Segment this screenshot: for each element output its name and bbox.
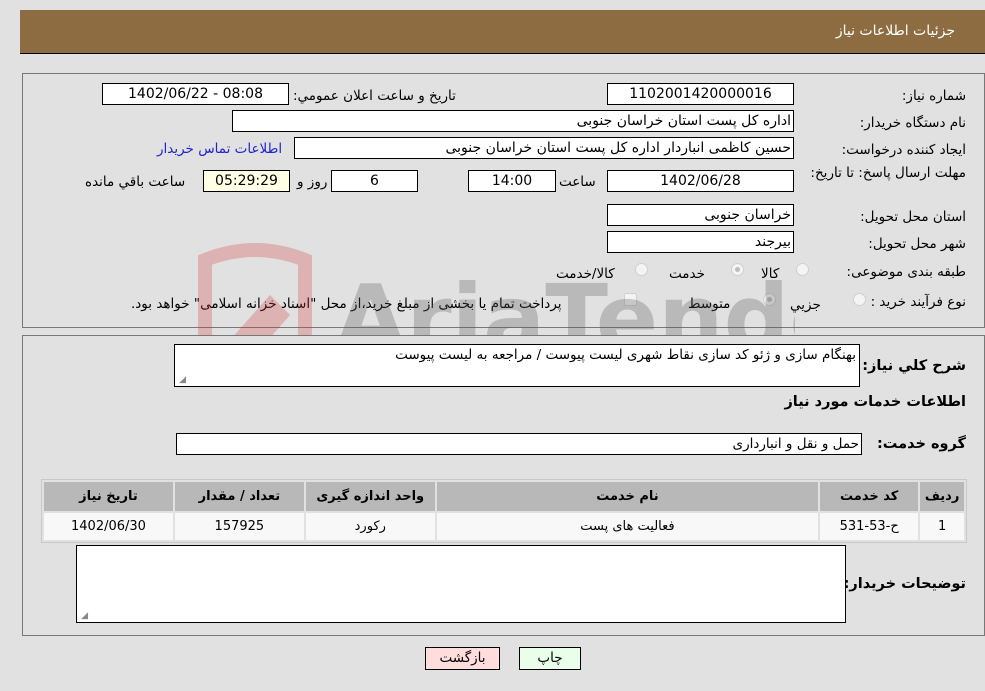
table-header-row: ردیف کد خدمت نام خدمت واحد اندازه گیری ت… [44, 482, 964, 511]
services-table: ردیف کد خدمت نام خدمت واحد اندازه گیری ت… [41, 479, 967, 543]
time-remaining-field: 05:29:29 [203, 170, 290, 192]
cell-row-number: 1 [920, 513, 964, 540]
purchase-option-minor: جزيي [790, 297, 821, 313]
need-number-field: 1102001420000016 [607, 83, 794, 105]
description-textarea[interactable]: بهنگام سازی و ژئو کد سازی نقاط شهری لیست… [174, 344, 860, 387]
announce-datetime-field: 1402/06/22 - 08:08 [102, 83, 289, 105]
buyer-contact-link[interactable]: اطلاعات تماس خریدار [157, 141, 282, 157]
announce-datetime-label: تاریخ و ساعت اعلان عمومي: [293, 88, 456, 104]
time-remaining-label: ساعت باقي مانده [85, 174, 186, 190]
delivery-city-label: شهر محل تحویل: [868, 236, 966, 252]
deadline-time-label: ساعت [559, 174, 596, 190]
description-text: بهنگام سازی و ژئو کد سازی نقاط شهری لیست… [395, 347, 856, 363]
treasury-note: پرداخت تمام یا بخشی از مبلغ خرید،از محل … [131, 296, 562, 312]
services-section-title: اطلاعات خدمات مورد نیاز [784, 394, 966, 410]
table-row: 1 ح-53-531 فعالیت های پست رکورد 157925 1… [44, 513, 964, 540]
category-radio-goods-service[interactable] [635, 263, 648, 276]
days-remaining-field: 6 [331, 170, 418, 192]
buyer-notes-label: توضیحات خریدار: [843, 576, 966, 592]
cell-service-code: ح-53-531 [820, 513, 919, 540]
purchase-type-label: نوع فرآیند خرید : [870, 294, 966, 310]
resize-grip-icon[interactable]: ◢ [177, 376, 186, 385]
resize-grip-icon[interactable]: ◢ [79, 612, 88, 621]
delivery-province-label: استان محل تحویل: [860, 209, 966, 225]
deadline-label: مهلت ارسال پاسخ: تا تاریخ: [810, 165, 966, 181]
col-service-code: کد خدمت [820, 482, 919, 511]
purchase-radio-medium[interactable] [763, 293, 776, 306]
cell-service-name: فعالیت های پست [436, 513, 819, 540]
col-quantity: تعداد / مقدار [174, 482, 304, 511]
requester-label: ایجاد کننده درخواست: [841, 142, 966, 158]
service-group-label: گروه خدمت: [876, 436, 966, 452]
purchase-option-medium: متوسط [688, 296, 731, 312]
deadline-date-field: 1402/06/28 [607, 170, 794, 192]
purchase-radio-minor[interactable] [853, 293, 866, 306]
col-row-number: ردیف [920, 482, 964, 511]
need-details-panel: شماره نیاز: 1102001420000016 تاریخ و ساع… [22, 73, 985, 328]
cell-need-date: 1402/06/30 [44, 513, 173, 540]
col-service-name: نام خدمت [436, 482, 819, 511]
cell-unit: رکورد [305, 513, 435, 540]
cell-quantity: 157925 [174, 513, 304, 540]
category-radio-goods[interactable] [796, 263, 809, 276]
requester-field: حسین کاظمی انباردار اداره کل پست استان خ… [294, 137, 794, 159]
category-option-service: خدمت [669, 266, 705, 282]
days-label: روز و [297, 174, 328, 190]
delivery-city-field: بیرجند [607, 231, 794, 253]
back-button[interactable]: بازگشت [425, 647, 500, 670]
category-radio-service[interactable] [731, 263, 744, 276]
description-label: شرح کلي نیاز: [862, 358, 966, 374]
category-label: طبقه بندی موضوعی: [846, 264, 966, 280]
delivery-province-field: خراسان جنوبی [607, 204, 794, 226]
col-need-date: تاریخ نیاز [44, 482, 173, 511]
category-option-goods-service: کالا/خدمت [556, 266, 615, 282]
buyer-org-field: اداره کل پست استان خراسان جنوبی [232, 110, 794, 132]
print-button[interactable]: چاپ [519, 647, 581, 670]
services-panel: شرح کلي نیاز: بهنگام سازی و ژئو کد سازی … [22, 335, 985, 636]
treasury-checkbox[interactable] [624, 293, 637, 306]
category-option-goods: کالا [761, 266, 780, 282]
deadline-time-field: 14:00 [468, 170, 556, 192]
need-number-label: شماره نیاز: [901, 88, 966, 104]
page-header: جزئیات اطلاعات نیاز [20, 10, 985, 54]
page-title: جزئیات اطلاعات نیاز [835, 23, 955, 39]
col-unit: واحد اندازه گیری [305, 482, 435, 511]
buyer-notes-textarea[interactable]: ◢ [76, 545, 846, 623]
buyer-org-label: نام دستگاه خریدار: [859, 115, 966, 131]
service-group-field: حمل و نقل و انبارداری [176, 433, 862, 455]
